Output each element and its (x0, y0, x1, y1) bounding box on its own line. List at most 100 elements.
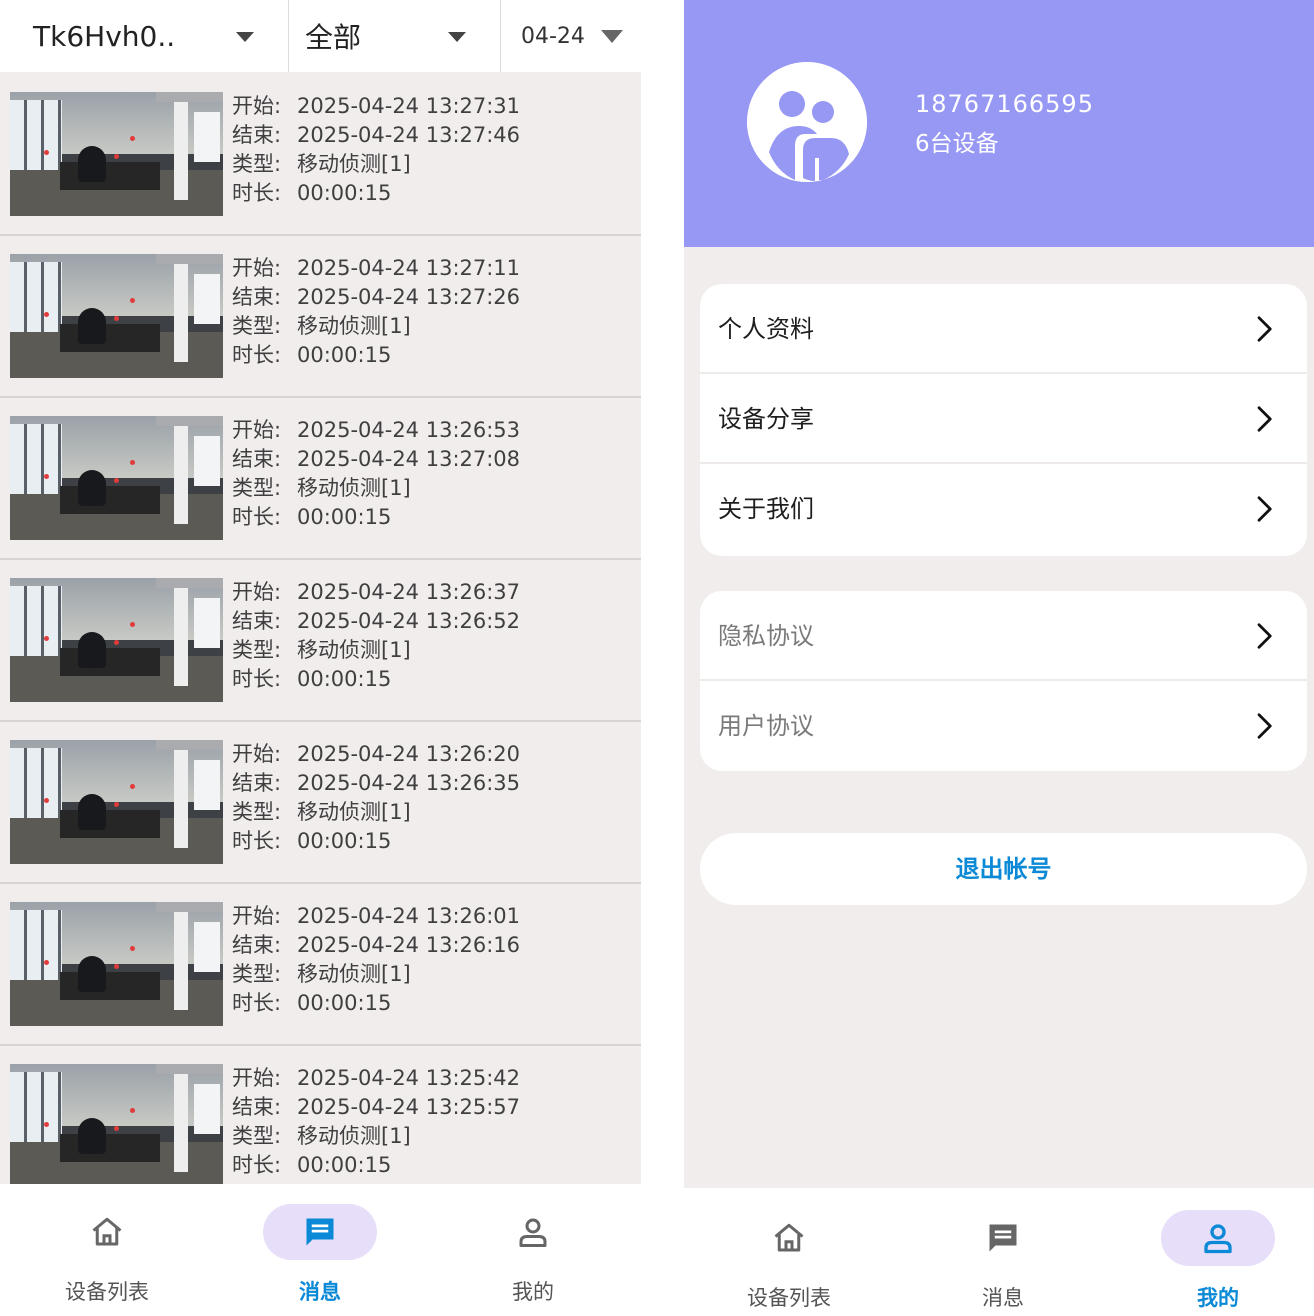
nav-devices-tab[interactable]: 设备列表 (709, 1188, 869, 1316)
home-icon (774, 1223, 804, 1252)
duration-label: 时长: (232, 829, 282, 853)
home-icon (92, 1217, 122, 1246)
duration-label: 时长: (232, 991, 282, 1015)
end-label: 结束: (232, 933, 282, 957)
start-label: 开始: (232, 1066, 282, 1090)
start-label: 开始: (232, 742, 282, 766)
nav-devices-label: 设备列表 (747, 1286, 831, 1310)
type-label: 类型: (232, 314, 282, 338)
duration-label: 时长: (232, 1153, 282, 1177)
menu-item-label: 用户协议 (718, 712, 814, 740)
recording-thumbnail[interactable] (10, 578, 223, 702)
start-label: 开始: (232, 904, 282, 928)
end-label: 结束: (232, 771, 282, 795)
type-label: 类型: (232, 962, 282, 986)
recording-thumbnail[interactable] (10, 902, 223, 1026)
menu-item[interactable]: 设备分享 (700, 374, 1307, 464)
menu-item[interactable]: 个人资料 (700, 284, 1307, 374)
messages-screen: Tk6Hvh0.. 全部 04-24 开始: 2025-04-24 13:27:3… (0, 0, 641, 1316)
start-time: 2025-04-24 13:26:37 (297, 580, 521, 604)
end-time: 2025-04-24 13:26:16 (297, 933, 521, 957)
recording-thumbnail[interactable] (10, 1064, 223, 1184)
duration: 00:00:15 (297, 505, 392, 529)
menu-item-label: 设备分享 (718, 405, 814, 433)
list-item[interactable]: 开始: 2025-04-24 13:26:37 结束: 2025-04-24 13:2… (0, 560, 641, 722)
menu-item-label: 关于我们 (718, 495, 814, 523)
account-phone: 18767166595 (915, 90, 1094, 118)
recording-thumbnail[interactable] (10, 740, 223, 864)
list-item[interactable]: 开始: 2025-04-24 13:26:01 结束: 2025-04-24 13:2… (0, 884, 641, 1046)
nav-messages-label: 消息 (982, 1286, 1024, 1310)
duration-label: 时长: (232, 343, 282, 367)
record-info: 开始: 2025-04-24 13:26:37 结束: 2025-04-24 13:2… (232, 578, 520, 694)
recording-thumbnail[interactable] (10, 416, 223, 540)
device-filter-dropdown[interactable]: Tk6Hvh0.. (0, 0, 289, 72)
record-info: 开始: 2025-04-24 13:26:20 结束: 2025-04-24 13:2… (232, 740, 520, 856)
logout-button[interactable]: 退出帐号 (700, 833, 1307, 905)
nav-mine-tab[interactable]: 我的 (1138, 1188, 1298, 1316)
type-label: 类型: (232, 152, 282, 176)
list-item[interactable]: 开始: 2025-04-24 13:27:31 结束: 2025-04-24 13:2… (0, 74, 641, 236)
record-list: 开始: 2025-04-24 13:27:31 结束: 2025-04-24 13:2… (0, 74, 641, 1184)
list-item[interactable]: 开始: 2025-04-24 13:26:53 结束: 2025-04-24 13:2… (0, 398, 641, 560)
duration: 00:00:15 (297, 1153, 392, 1177)
list-item[interactable]: 开始: 2025-04-24 13:25:42 结束: 2025-04-24 13:2… (0, 1046, 641, 1184)
duration: 00:00:15 (297, 181, 392, 205)
caret-down-icon (448, 32, 466, 42)
bottom-nav: 设备列表 消息 我的 (0, 1184, 641, 1316)
end-time: 2025-04-24 13:27:08 (297, 447, 521, 471)
start-time: 2025-04-24 13:26:01 (297, 904, 521, 928)
type-filter-dropdown[interactable]: 全部 (290, 0, 501, 72)
menu-item[interactable]: 用户协议 (700, 681, 1307, 771)
duration-label: 时长: (232, 181, 282, 205)
date-filter-dropdown[interactable]: 04-24 (502, 0, 641, 72)
nav-messages-tab[interactable]: 消息 (923, 1188, 1083, 1316)
bottom-nav: 设备列表 消息 我的 (684, 1188, 1314, 1316)
end-time: 2025-04-24 13:26:52 (297, 609, 521, 633)
record-info: 开始: 2025-04-24 13:25:42 结束: 2025-04-24 13:2… (232, 1064, 520, 1180)
caret-down-icon (236, 32, 254, 42)
avatar[interactable] (747, 62, 867, 182)
person-icon (519, 1218, 547, 1247)
record-info: 开始: 2025-04-24 13:27:31 结束: 2025-04-24 13:2… (232, 92, 520, 208)
menu-item[interactable]: 隐私协议 (700, 591, 1307, 681)
app-root: Tk6Hvh0.. 全部 04-24 开始: 2025-04-24 13:27:3… (0, 0, 1314, 1316)
end-label: 结束: (232, 447, 282, 471)
message-icon (306, 1218, 334, 1246)
start-label: 开始: (232, 418, 282, 442)
start-time: 2025-04-24 13:27:11 (297, 256, 521, 280)
chevron-right-icon (1257, 713, 1272, 739)
list-item[interactable]: 开始: 2025-04-24 13:27:11 结束: 2025-04-24 13:2… (0, 236, 641, 398)
start-label: 开始: (232, 256, 282, 280)
device-count: 6台设备 (915, 131, 999, 157)
nav-mine-tab[interactable]: 我的 (453, 1184, 613, 1316)
event-type: 移动侦测[1] (297, 638, 411, 662)
event-type: 移动侦测[1] (297, 800, 411, 824)
start-time: 2025-04-24 13:26:20 (297, 742, 521, 766)
filter-bar: Tk6Hvh0.. 全部 04-24 (0, 0, 641, 72)
recording-thumbnail[interactable] (10, 92, 223, 216)
type-label: 类型: (232, 800, 282, 824)
profile-screen: 18767166595 6台设备 个人资料设备分享关于我们 隐私协议用户协议 退… (684, 0, 1314, 1316)
screen-divider (641, 0, 684, 1316)
nav-mine-label: 我的 (1197, 1286, 1239, 1310)
agreements-card: 隐私协议 用户协议 (700, 591, 1307, 771)
start-time: 2025-04-24 13:26:53 (297, 418, 521, 442)
end-label: 结束: (232, 123, 282, 147)
nav-mine-label: 我的 (512, 1280, 554, 1304)
start-time: 2025-04-24 13:27:31 (297, 94, 521, 118)
record-info: 开始: 2025-04-24 13:27:11 结束: 2025-04-24 13:2… (232, 254, 520, 370)
list-item[interactable]: 开始: 2025-04-24 13:26:20 结束: 2025-04-24 13:2… (0, 722, 641, 884)
type-filter-value: 全部 (305, 21, 362, 54)
nav-devices-label: 设备列表 (65, 1280, 149, 1304)
duration-label: 时长: (232, 667, 282, 691)
type-label: 类型: (232, 476, 282, 500)
chevron-right-icon (1257, 406, 1272, 432)
nav-messages-tab[interactable]: 消息 (240, 1184, 400, 1316)
end-label: 结束: (232, 609, 282, 633)
menu-item[interactable]: 关于我们 (700, 464, 1307, 554)
recording-thumbnail[interactable] (10, 254, 223, 378)
nav-devices-tab[interactable]: 设备列表 (27, 1184, 187, 1316)
menu-item-label: 隐私协议 (718, 622, 814, 650)
start-label: 开始: (232, 580, 282, 604)
